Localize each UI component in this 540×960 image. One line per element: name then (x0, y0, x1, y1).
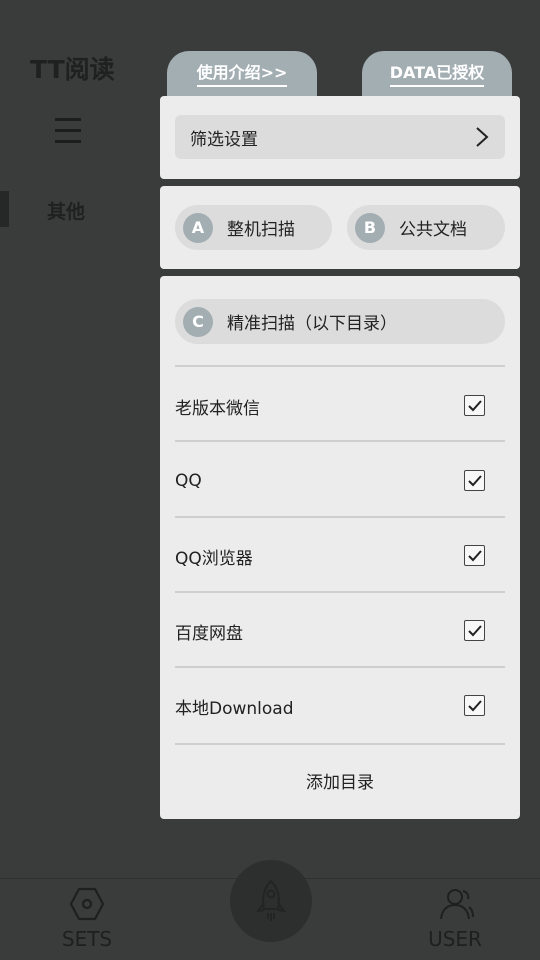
scan-c-badge: C (183, 306, 213, 337)
precise-scan-label: 精准扫描（以下目录） (227, 314, 397, 334)
checkmark-icon (467, 549, 482, 561)
directory-row[interactable]: QQ浏览器 (175, 536, 505, 576)
scan-a-badge: A (183, 212, 213, 243)
filter-settings-label: 筛选设置 (190, 129, 258, 150)
chevron-right-icon (476, 127, 489, 147)
divider (175, 365, 505, 367)
checkmark-icon (467, 399, 482, 411)
divider (175, 516, 505, 518)
full-scan-label: 整机扫描 (227, 220, 295, 240)
nav-user-label: USER (428, 927, 482, 951)
checkmark-icon (467, 474, 482, 486)
scan-mode-card: A 整机扫描 B 公共文档 (160, 186, 520, 269)
directory-row[interactable]: QQ (175, 461, 505, 501)
sidebar-item-other[interactable]: 其他 (47, 197, 85, 224)
nav-sets-label: SETS (61, 927, 113, 951)
rocket-icon (255, 879, 287, 921)
menu-icon[interactable] (55, 118, 81, 148)
nav-user[interactable]: USER (395, 879, 515, 951)
sidebar-active-marker (0, 191, 9, 227)
directory-row[interactable]: 百度网盘 (175, 611, 505, 651)
directory-label: 百度网盘 (175, 623, 243, 644)
add-directory-button[interactable]: 添加目录 (160, 768, 520, 793)
directory-checkbox[interactable] (464, 395, 485, 416)
public-docs-label: 公共文档 (399, 220, 467, 240)
directory-checkbox[interactable] (464, 620, 485, 641)
directory-label: 老版本微信 (175, 398, 260, 419)
directory-checkbox[interactable] (464, 470, 485, 491)
filter-settings-card: 筛选设置 (160, 96, 520, 179)
directory-label: QQ浏览器 (175, 548, 253, 569)
checkmark-icon (467, 699, 482, 711)
directory-label: 本地Download (175, 698, 294, 719)
checkmark-icon (467, 624, 482, 636)
hexagon-nut-icon (69, 887, 105, 921)
divider (175, 666, 505, 668)
data-authorized-label: DATA已授权 (389, 63, 485, 87)
directory-row[interactable]: 本地Download (175, 686, 505, 726)
rocket-button[interactable] (230, 860, 312, 942)
precise-scan-button[interactable]: C 精准扫描（以下目录） (175, 299, 505, 344)
directory-checkbox[interactable] (464, 545, 485, 566)
users-icon (440, 889, 474, 920)
directory-label: QQ (175, 471, 202, 491)
directory-checkbox[interactable] (464, 695, 485, 716)
precise-scan-card: C 精准扫描（以下目录） 老版本微信 QQ QQ浏览器 百度网盘 本地Downl… (160, 276, 520, 819)
directory-row[interactable]: 老版本微信 (175, 386, 505, 426)
nav-sets[interactable]: SETS (27, 879, 147, 951)
divider (175, 440, 505, 442)
divider (175, 591, 505, 593)
divider (175, 743, 505, 745)
usage-intro-label: 使用介绍>> (196, 63, 288, 87)
app-title: TT阅读 (30, 55, 115, 84)
scan-b-badge: B (355, 212, 385, 243)
public-docs-button[interactable]: B 公共文档 (347, 205, 505, 250)
filter-settings-button[interactable]: 筛选设置 (175, 115, 505, 159)
full-scan-button[interactable]: A 整机扫描 (175, 205, 332, 250)
